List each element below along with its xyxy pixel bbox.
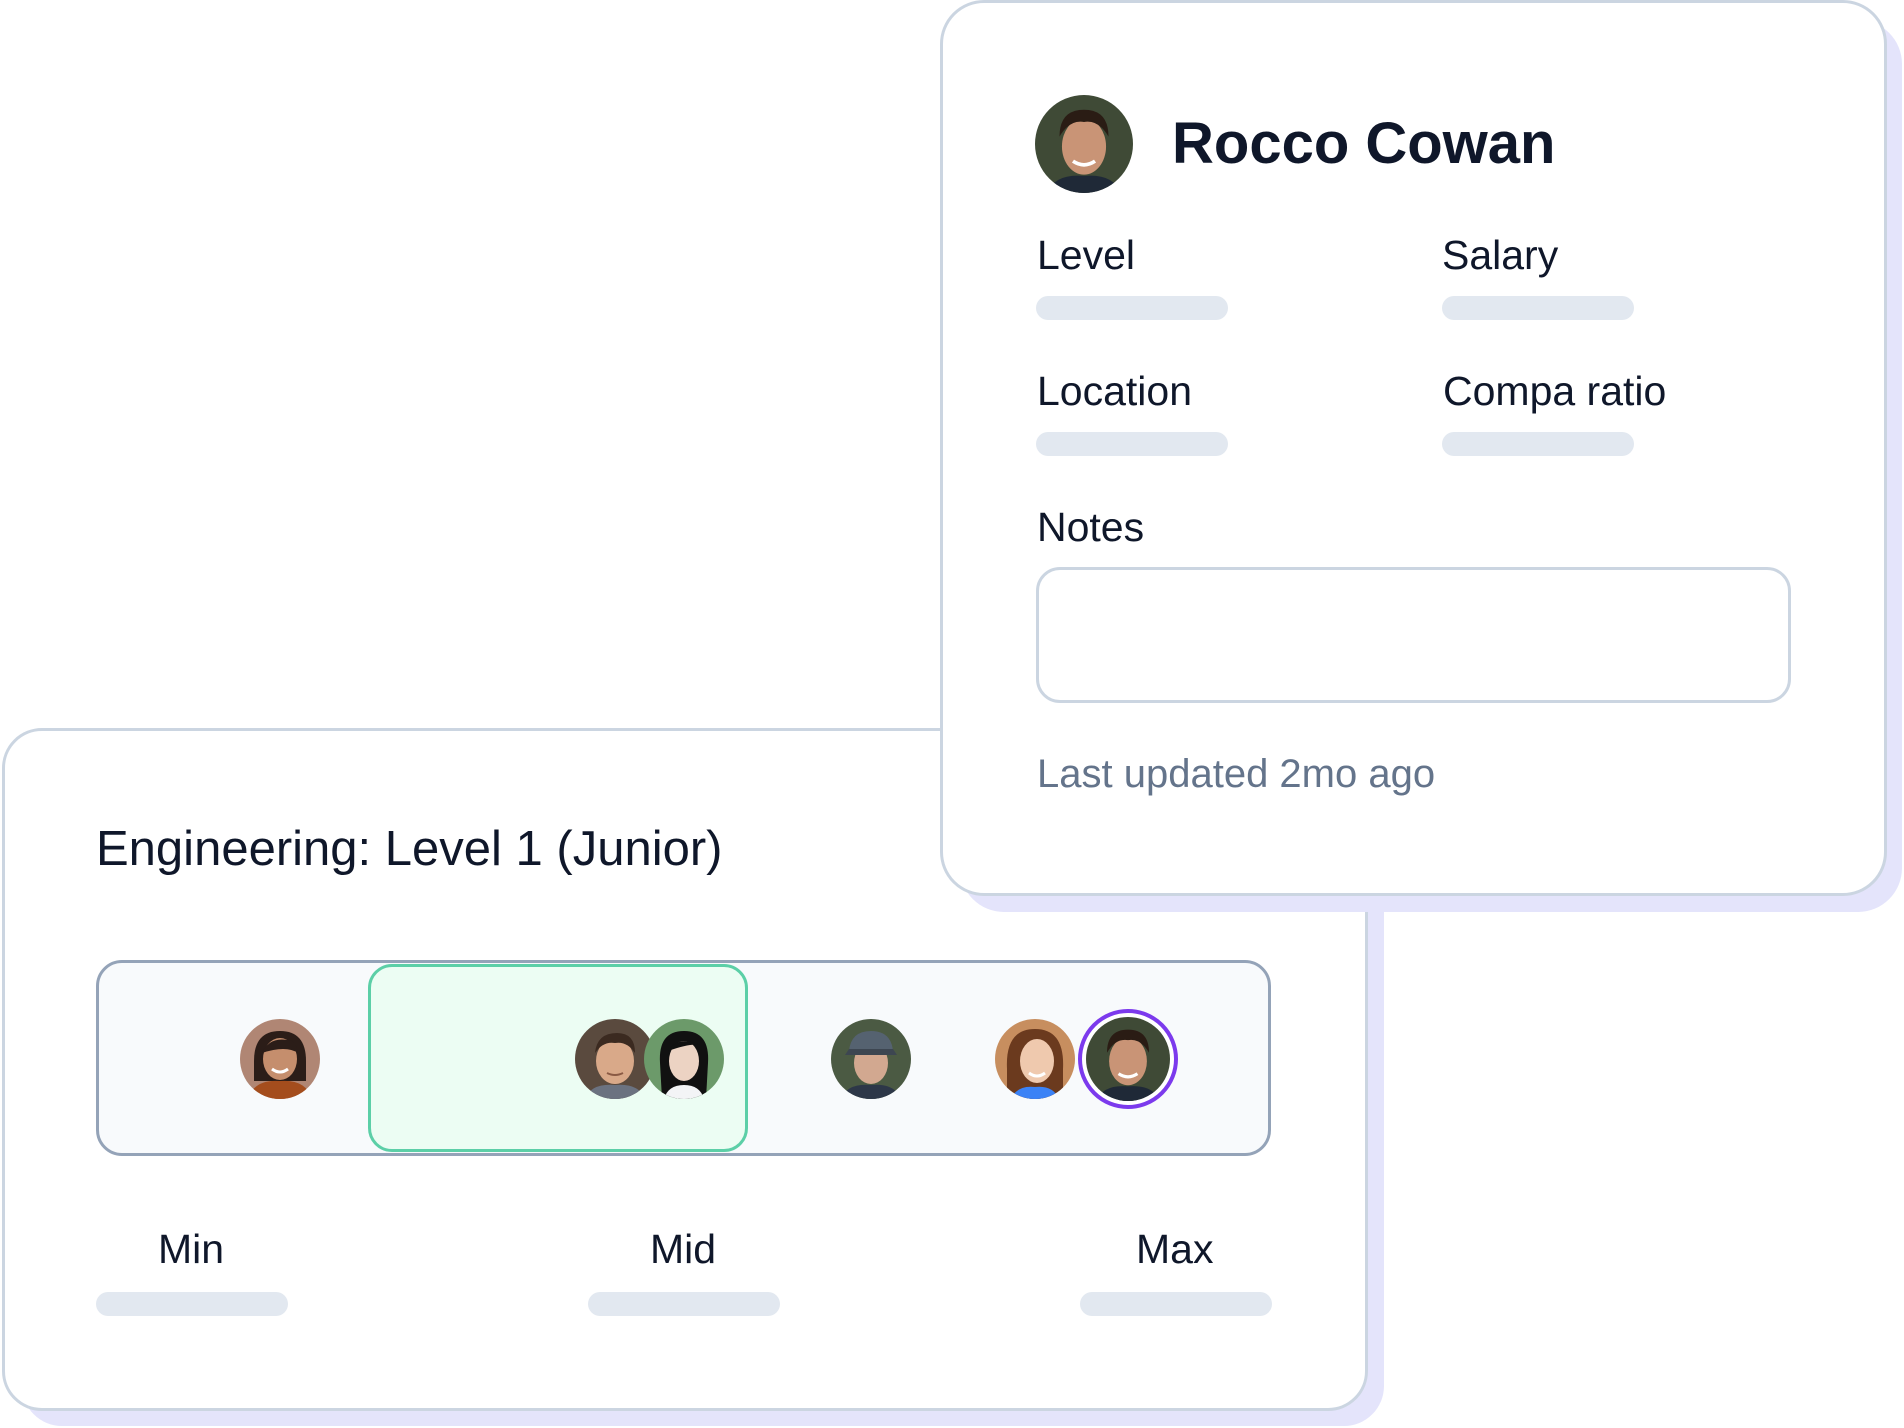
level-label: Level <box>1037 232 1136 278</box>
notes-input[interactable] <box>1036 567 1791 703</box>
person-avatar-icon <box>240 1019 320 1099</box>
employee-name: Rocco Cowan <box>1172 111 1556 176</box>
compa-ratio-value-placeholder <box>1442 432 1634 456</box>
person-avatar-icon <box>831 1019 911 1099</box>
location-value-placeholder <box>1036 432 1228 456</box>
band-mid-label: Mid <box>650 1226 717 1272</box>
band-avatar-employee-4[interactable] <box>831 1019 911 1099</box>
band-max-value-placeholder <box>1080 1292 1272 1316</box>
compa-ratio-label: Compa ratio <box>1443 368 1667 414</box>
band-min-value-placeholder <box>96 1292 288 1316</box>
band-avatar-employee-5[interactable] <box>995 1019 1075 1099</box>
salary-value-placeholder <box>1442 296 1634 320</box>
person-avatar-icon <box>575 1019 655 1099</box>
band-avatar-employee-2[interactable] <box>575 1019 655 1099</box>
person-avatar-icon <box>1035 95 1133 193</box>
person-avatar-icon <box>1086 1017 1170 1101</box>
band-title: Engineering: Level 1 (Junior) <box>96 822 723 876</box>
employee-avatar <box>1035 95 1133 193</box>
band-avatar-employee-1[interactable] <box>240 1019 320 1099</box>
notes-label: Notes <box>1037 504 1145 550</box>
band-max-label: Max <box>1136 1226 1214 1272</box>
person-avatar-icon <box>644 1019 724 1099</box>
band-avatar-selected-rocco-cowan[interactable] <box>1078 1009 1178 1109</box>
level-value-placeholder <box>1036 296 1228 320</box>
band-min-label: Min <box>158 1226 225 1272</box>
band-avatar-employee-3[interactable] <box>644 1019 724 1099</box>
last-updated-text: Last updated 2mo ago <box>1037 752 1436 796</box>
location-label: Location <box>1037 368 1193 414</box>
salary-label: Salary <box>1442 232 1559 278</box>
person-avatar-icon <box>995 1019 1075 1099</box>
band-mid-value-placeholder <box>588 1292 780 1316</box>
